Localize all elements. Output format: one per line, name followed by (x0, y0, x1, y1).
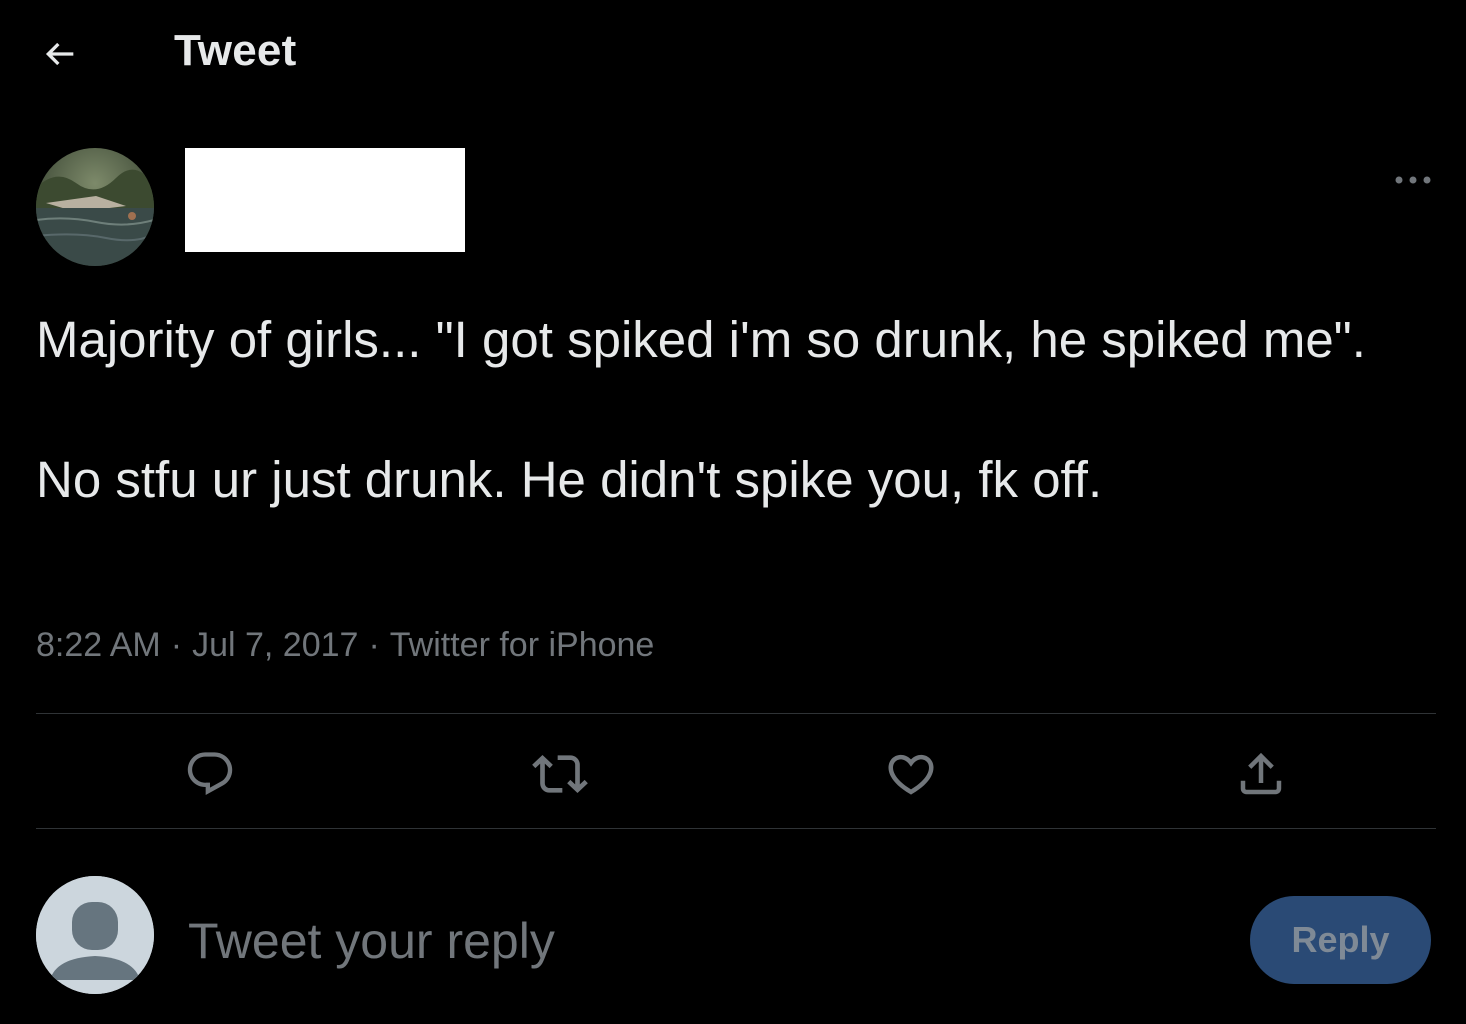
retweet-icon (532, 755, 588, 793)
back-button[interactable] (28, 22, 92, 86)
more-icon (1395, 176, 1431, 184)
like-button[interactable] (881, 744, 941, 804)
tweet-date[interactable]: Jul 7, 2017 (192, 626, 358, 664)
reply-input[interactable] (188, 905, 1208, 977)
name-redaction (185, 148, 465, 252)
reply-button[interactable] (180, 744, 240, 804)
meta-separator: · (368, 626, 380, 664)
arrow-left-icon (45, 42, 74, 66)
default-avatar-icon (36, 876, 154, 994)
retweet-button[interactable] (530, 744, 590, 804)
tweet-time[interactable]: 8:22 AM (36, 626, 161, 664)
author-avatar[interactable] (36, 148, 154, 266)
meta-separator: · (170, 626, 183, 664)
tweet-header: Tweet (0, 0, 1466, 108)
more-button[interactable] (1388, 160, 1438, 200)
tweet-source[interactable]: Twitter for iPhone (390, 626, 655, 664)
reply-submit-button[interactable]: Reply (1250, 896, 1431, 984)
tweet-text: Majority of girls... "I got spiked i'm s… (36, 311, 1366, 508)
reply-icon (187, 752, 233, 796)
share-icon (1240, 752, 1282, 795)
like-icon (888, 754, 934, 795)
page-title: Tweet (174, 26, 297, 75)
divider (36, 828, 1436, 829)
avatar-photo (36, 148, 154, 266)
action-bar (36, 714, 1436, 828)
tweet-meta: 8:22 AM · Jul 7, 2017 · Twitter for iPhone (36, 626, 654, 665)
share-button[interactable] (1231, 744, 1291, 804)
user-avatar[interactable] (36, 876, 154, 994)
